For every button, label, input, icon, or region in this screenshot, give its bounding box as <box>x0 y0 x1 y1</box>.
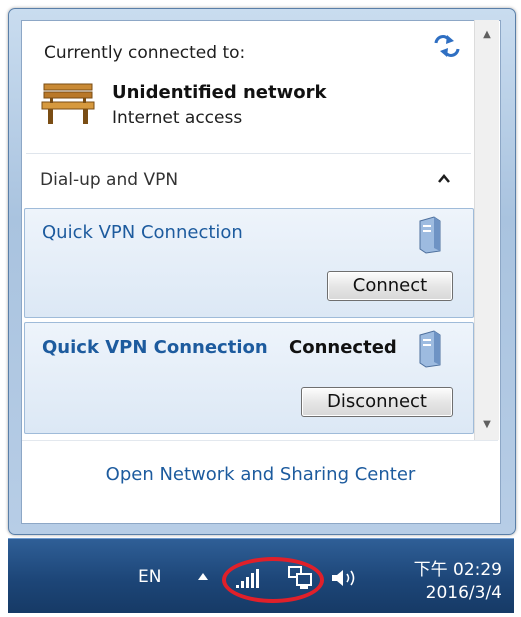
clock-time[interactable]: 下午 02:29 <box>382 555 502 580</box>
disconnect-button[interactable]: Disconnect <box>301 387 453 417</box>
refresh-icon[interactable] <box>432 34 462 58</box>
highlight-annotation-ring <box>222 557 324 603</box>
vpn-connection-status: Connected <box>289 337 397 358</box>
vpn-connection-name: Quick VPN Connection <box>42 337 268 358</box>
currently-connected-label: Currently connected to: <box>44 43 246 63</box>
clock-date[interactable]: 2016/3/4 <box>382 583 502 603</box>
vpn-icon <box>419 216 441 254</box>
show-hidden-icons-icon[interactable] <box>198 573 208 580</box>
network-name: Unidentified network <box>112 82 327 103</box>
bench-network-icon <box>41 83 95 124</box>
footer-divider <box>22 440 498 441</box>
vpn-icon <box>419 330 441 368</box>
taskbar: EN 下午 02:29 2016/3/4 <box>8 538 514 613</box>
vpn-connection-item[interactable]: Quick VPN Connection Connected Disconnec… <box>24 322 474 434</box>
scroll-down-icon[interactable]: ▼ <box>475 414 499 436</box>
open-network-sharing-center-link[interactable]: Open Network and Sharing Center <box>0 464 521 485</box>
network-access-status: Internet access <box>112 108 243 128</box>
connect-button[interactable]: Connect <box>327 271 453 301</box>
language-indicator[interactable]: EN <box>138 567 161 587</box>
volume-icon[interactable] <box>330 567 358 589</box>
vpn-connection-item[interactable]: Quick VPN Connection Connect <box>24 208 474 318</box>
vpn-connection-name: Quick VPN Connection <box>42 222 243 243</box>
scrollbar[interactable]: ▲ ▼ <box>474 20 499 440</box>
section-divider <box>26 153 471 154</box>
collapse-chevron-up-icon[interactable] <box>437 172 451 186</box>
section-label-dialup-vpn[interactable]: Dial-up and VPN <box>40 170 178 190</box>
scroll-up-icon[interactable]: ▲ <box>475 24 499 46</box>
